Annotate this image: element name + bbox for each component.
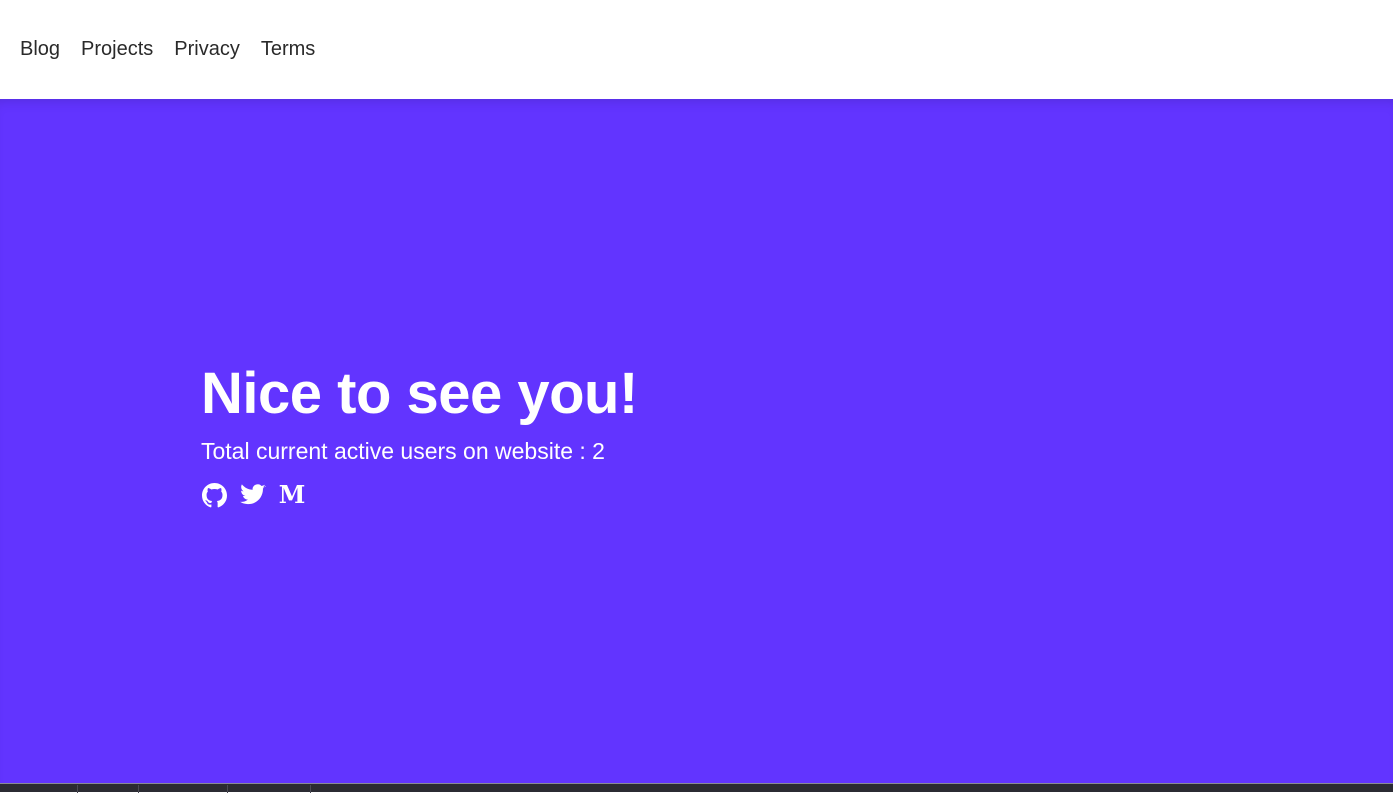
- medium-icon: M: [278, 480, 306, 509]
- hero-title: Nice to see you!: [201, 361, 638, 426]
- nav-list: Blog Projects Privacy Terms: [20, 37, 336, 61]
- bottom-taskbar: [0, 783, 1393, 793]
- nav-link-privacy[interactable]: Privacy: [174, 37, 240, 61]
- medium-link[interactable]: M: [278, 480, 306, 509]
- twitter-link[interactable]: [240, 482, 266, 508]
- social-links: M: [201, 482, 318, 508]
- github-icon: [201, 482, 227, 507]
- nav-link-blog[interactable]: Blog: [20, 37, 60, 61]
- top-navigation: Blog Projects Privacy Terms: [0, 0, 1393, 99]
- nav-link-projects[interactable]: Projects: [81, 37, 153, 61]
- active-users-text: Total current active users on website : …: [201, 438, 605, 464]
- nav-link-terms[interactable]: Terms: [261, 37, 315, 61]
- hero-section: Nice to see you! Total current active us…: [0, 99, 1393, 783]
- twitter-icon: [240, 484, 266, 505]
- github-link[interactable]: [201, 482, 227, 508]
